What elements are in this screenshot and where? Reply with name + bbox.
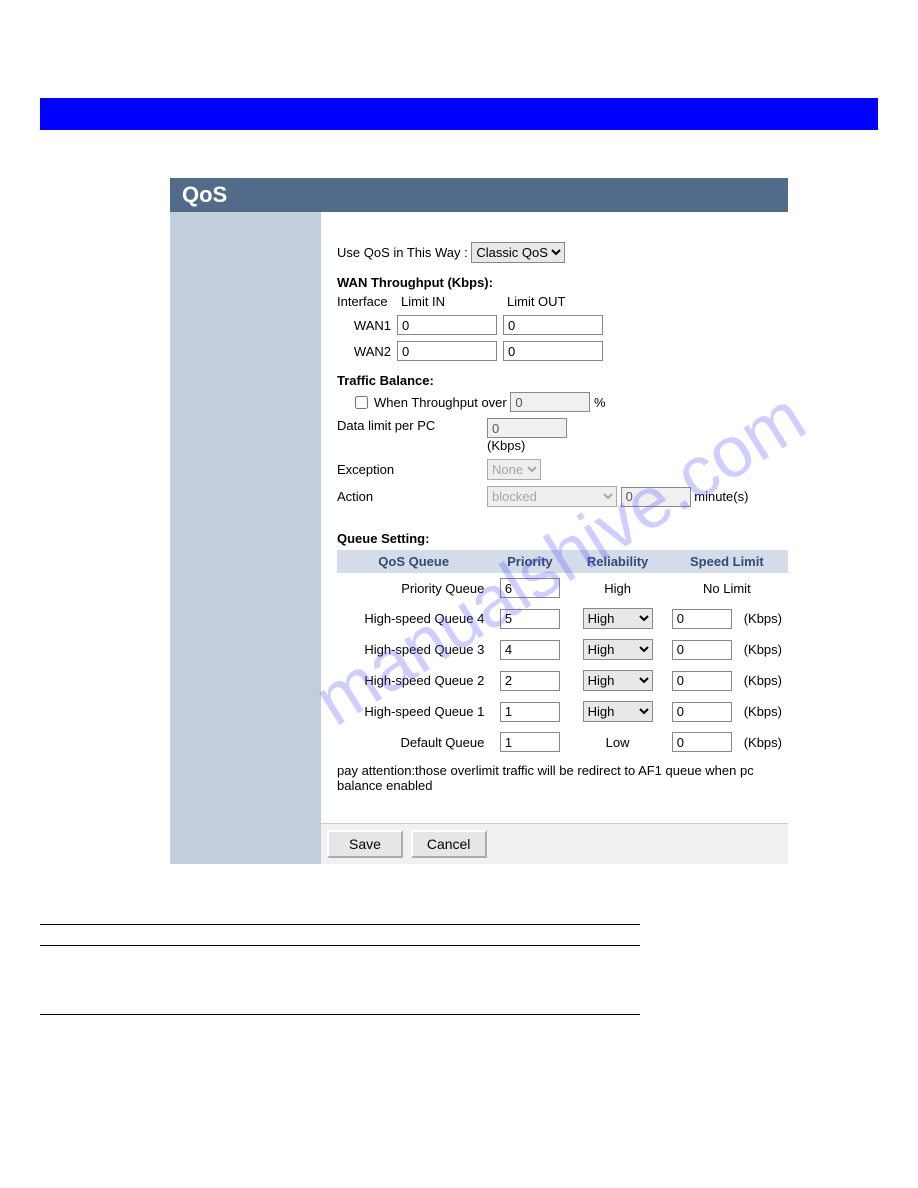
reliability-select[interactable]: High (583, 670, 653, 691)
table-row: High-speed Queue 2 High (Kbps) (337, 665, 788, 696)
traffic-heading: Traffic Balance: (337, 373, 788, 388)
desc-cell (204, 946, 640, 1015)
action-minutes-input (621, 487, 691, 507)
save-button[interactable]: Save (327, 830, 403, 858)
table-row: Priority Queue High No Limit (337, 573, 788, 603)
speedlimit-input[interactable] (672, 640, 732, 660)
queue-th-queue: QoS Queue (337, 550, 490, 573)
wan1-limit-out-input[interactable] (503, 315, 603, 335)
priority-input[interactable] (500, 609, 560, 629)
speedlimit-input[interactable] (672, 732, 732, 752)
queue-name: Priority Queue (337, 573, 490, 603)
queue-th-reliability: Reliability (569, 550, 665, 573)
top-blue-bar (40, 98, 878, 130)
action-select: blocked (487, 486, 617, 507)
priority-input[interactable] (500, 732, 560, 752)
priority-input[interactable] (500, 578, 560, 598)
wan-col-in: Limit IN (401, 294, 507, 309)
kbps-label: (Kbps) (738, 727, 788, 757)
speedlimit-input[interactable] (672, 702, 732, 722)
use-qos-label: Use QoS in This Way : (337, 245, 468, 260)
queue-th-speedlimit: Speed Limit (666, 550, 788, 573)
queue-name: High-speed Queue 4 (337, 603, 490, 634)
panel-title: QoS (170, 178, 788, 212)
table-row: High-speed Queue 1 High (Kbps) (337, 696, 788, 727)
wan-col-out: Limit OUT (507, 294, 566, 309)
queue-table: QoS Queue Priority Reliability Speed Lim… (337, 550, 788, 757)
kbps-label: (Kbps) (738, 603, 788, 634)
reliability-text: Low (569, 727, 665, 757)
kbps-label: (Kbps) (738, 696, 788, 727)
reliability-text: High (569, 573, 665, 603)
wan-col-interface: Interface (337, 294, 401, 309)
speedlimit-input[interactable] (672, 609, 732, 629)
queue-heading: Queue Setting: (337, 531, 788, 546)
exception-select: None (487, 459, 541, 480)
priority-input[interactable] (500, 671, 560, 691)
desc-cell (40, 925, 204, 946)
when-throughput-checkbox[interactable] (355, 396, 368, 409)
queue-name: High-speed Queue 3 (337, 634, 490, 665)
content-area: Use QoS in This Way : Classic QoS WAN Th… (321, 212, 788, 864)
queue-name: Default Queue (337, 727, 490, 757)
wan2-label: WAN2 (337, 344, 397, 359)
datalimit-label: Data limit per PC (337, 418, 487, 433)
table-row: High-speed Queue 3 High (Kbps) (337, 634, 788, 665)
desc-cell (204, 925, 640, 946)
kbps-label: (Kbps) (738, 665, 788, 696)
when-throughput-label: When Throughput over (374, 395, 507, 410)
reliability-select[interactable]: High (583, 608, 653, 629)
datalimit-input (487, 418, 567, 438)
when-throughput-input (510, 392, 590, 412)
kbps-label: (Kbps) (738, 634, 788, 665)
queue-name: High-speed Queue 1 (337, 696, 490, 727)
queue-name: High-speed Queue 2 (337, 665, 490, 696)
queue-th-priority: Priority (490, 550, 569, 573)
table-row: Default Queue Low (Kbps) (337, 727, 788, 757)
wan1-label: WAN1 (337, 318, 397, 333)
use-qos-select[interactable]: Classic QoS (471, 242, 565, 263)
wan2-limit-in-input[interactable] (397, 341, 497, 361)
cancel-button[interactable]: Cancel (411, 830, 487, 858)
wan2-limit-out-input[interactable] (503, 341, 603, 361)
wan1-limit-in-input[interactable] (397, 315, 497, 335)
reliability-select[interactable]: High (583, 701, 653, 722)
desc-cell (40, 946, 204, 1015)
queue-note: pay attention:those overlimit traffic wi… (337, 763, 772, 793)
action-label: Action (337, 489, 487, 504)
when-throughput-unit: % (594, 395, 606, 410)
exception-label: Exception (337, 462, 487, 477)
priority-input[interactable] (500, 640, 560, 660)
speedlimit-text: No Limit (666, 573, 788, 603)
button-bar: Save Cancel (321, 823, 788, 864)
reliability-select[interactable]: High (583, 639, 653, 660)
datalimit-unit: (Kbps) (487, 438, 525, 453)
speedlimit-input[interactable] (672, 671, 732, 691)
wan-heading: WAN Throughput (Kbps): (337, 275, 788, 290)
description-table (40, 924, 640, 1015)
left-sidebar (170, 212, 321, 864)
qos-panel: QoS Use QoS in This Way : Classic QoS WA… (170, 178, 788, 864)
table-row: High-speed Queue 4 High (Kbps) (337, 603, 788, 634)
priority-input[interactable] (500, 702, 560, 722)
action-unit: minute(s) (694, 489, 748, 504)
